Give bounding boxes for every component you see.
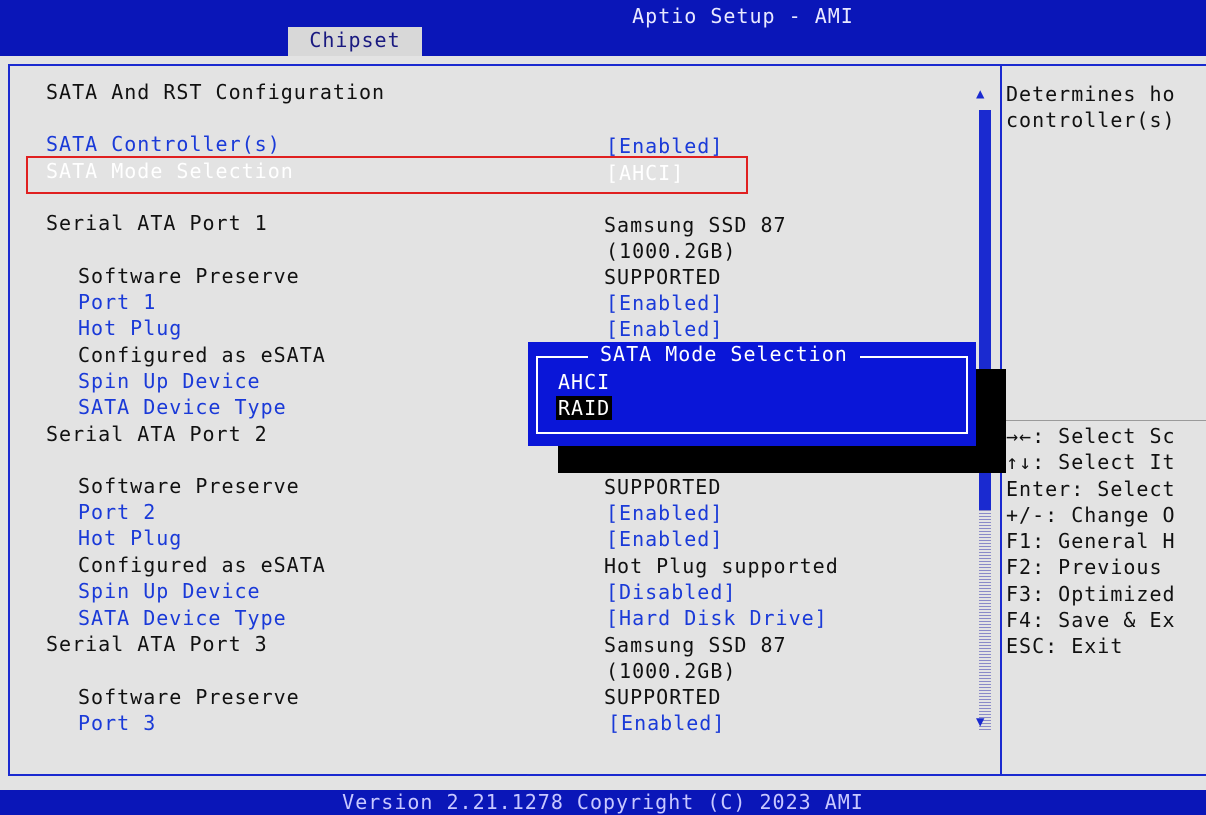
- port-1-software-preserve-label: Software Preserve: [78, 264, 300, 288]
- scroll-down-icon[interactable]: ▼: [976, 714, 984, 730]
- key-change-option: +/-: Change O: [1006, 503, 1176, 527]
- key-previous-values: F2: Previous: [1006, 555, 1163, 579]
- keys-separator: [1002, 420, 1206, 421]
- sata-mode-popup[interactable]: SATA Mode Selection AHCI RAID: [528, 342, 976, 446]
- port-2-device-type-value[interactable]: [Hard Disk Drive]: [606, 606, 828, 630]
- serial-ata-port-1-size: (1000.2GB): [606, 239, 737, 263]
- port-1-software-preserve-value: SUPPORTED: [604, 265, 722, 289]
- popup-title: SATA Mode Selection: [588, 342, 860, 366]
- port-1-spin-up-label[interactable]: Spin Up Device: [78, 369, 261, 393]
- port-1-hot-plug-value[interactable]: [Enabled]: [606, 317, 723, 341]
- port-2-device-type-label[interactable]: SATA Device Type: [78, 606, 287, 630]
- sata-controllers-value[interactable]: [Enabled]: [606, 134, 723, 158]
- serial-ata-port-3-model: Samsung SSD 87: [604, 633, 787, 657]
- port-2-software-preserve-value: SUPPORTED: [604, 475, 722, 499]
- key-select-item: ↑↓: Select It: [1006, 450, 1176, 474]
- key-enter-select: Enter: Select: [1006, 477, 1176, 501]
- port-1-value[interactable]: [Enabled]: [606, 291, 723, 315]
- title-bar: Aptio Setup - AMI Chipset: [0, 0, 1206, 56]
- port-2-esata-value: Hot Plug supported: [604, 554, 839, 578]
- port-1-device-type-label[interactable]: SATA Device Type: [78, 395, 287, 419]
- port-1-hot-plug-label[interactable]: Hot Plug: [78, 316, 182, 340]
- app-title: Aptio Setup - AMI: [632, 4, 854, 28]
- serial-ata-port-3-label: Serial ATA Port 3: [46, 632, 268, 656]
- popup-option-ahci[interactable]: AHCI: [558, 370, 610, 394]
- key-save-exit: F4: Save & Ex: [1006, 608, 1176, 632]
- scroll-up-icon[interactable]: ▲: [976, 86, 984, 102]
- key-select-screen: →←: Select Sc: [1006, 424, 1176, 448]
- port-3-software-preserve-label: Software Preserve: [78, 685, 300, 709]
- port-3-value[interactable]: [Enabled]: [608, 711, 725, 735]
- port-2-hot-plug-label[interactable]: Hot Plug: [78, 526, 182, 550]
- port-2-spin-up-value[interactable]: [Disabled]: [606, 580, 736, 604]
- port-3-software-preserve-value: SUPPORTED: [604, 685, 722, 709]
- port-2-esata-label: Configured as eSATA: [78, 553, 326, 577]
- tab-chipset[interactable]: Chipset: [288, 27, 422, 56]
- popup-border: [536, 356, 968, 434]
- serial-ata-port-1-model: Samsung SSD 87: [604, 213, 787, 237]
- serial-ata-port-3-size: (1000.2GB): [606, 659, 737, 683]
- key-optimized-defaults: F3: Optimized: [1006, 582, 1176, 606]
- port-2-spin-up-label[interactable]: Spin Up Device: [78, 579, 261, 603]
- help-line-1: Determines ho: [1006, 82, 1176, 106]
- help-line-2: controller(s): [1006, 108, 1176, 132]
- sata-controllers-label[interactable]: SATA Controller(s): [46, 132, 281, 156]
- port-2-label[interactable]: Port 2: [78, 500, 156, 524]
- popup-option-raid[interactable]: RAID: [556, 396, 613, 420]
- port-2-software-preserve-label: Software Preserve: [78, 474, 300, 498]
- serial-ata-port-1-label: Serial ATA Port 1: [46, 211, 268, 235]
- key-general-help: F1: General H: [1006, 529, 1176, 553]
- annotation-highlight-box: [26, 156, 748, 194]
- port-3-label[interactable]: Port 3: [78, 711, 156, 735]
- port-1-label[interactable]: Port 1: [78, 290, 156, 314]
- port-2-hot-plug-value[interactable]: [Enabled]: [606, 527, 723, 551]
- serial-ata-port-2-label: Serial ATA Port 2: [46, 422, 268, 446]
- key-esc-exit: ESC: Exit: [1006, 634, 1124, 658]
- footer-version: Version 2.21.1278 Copyright (C) 2023 AMI: [0, 790, 1206, 815]
- port-2-value[interactable]: [Enabled]: [606, 501, 723, 525]
- port-1-esata-label: Configured as eSATA: [78, 343, 326, 367]
- main-panel: SATA And RST Configuration SATA Controll…: [0, 56, 1206, 790]
- section-title: SATA And RST Configuration: [46, 80, 386, 104]
